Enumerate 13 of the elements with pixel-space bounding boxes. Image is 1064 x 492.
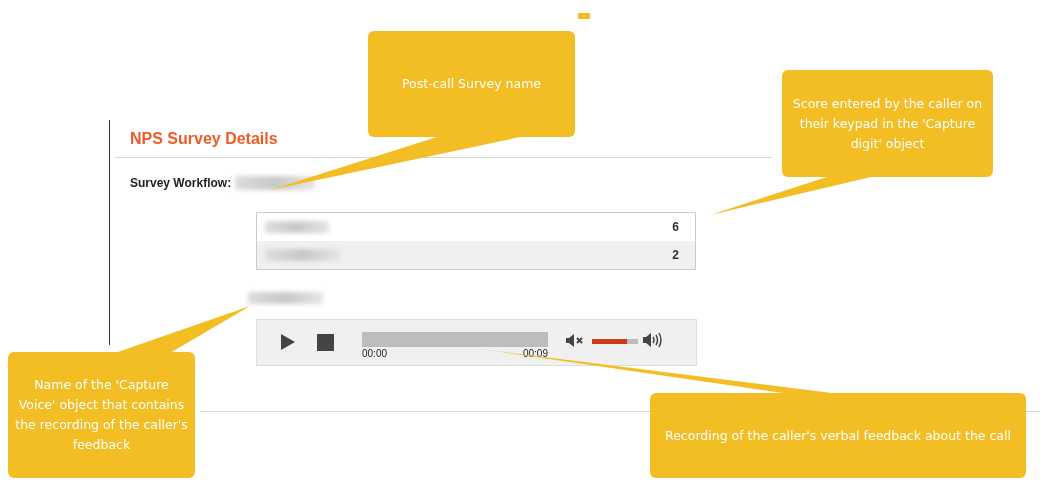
- play-icon[interactable]: [281, 334, 295, 350]
- score-value: 6: [672, 220, 679, 234]
- time-end: 00:09: [522, 347, 548, 360]
- field-label: Survey Workflow:: [130, 176, 232, 190]
- time-start: 00:00: [362, 347, 388, 360]
- speaker-icon[interactable]: [643, 332, 662, 348]
- score-value: 2: [672, 248, 679, 262]
- redacted-text: [265, 221, 329, 233]
- callout: Recording of the caller's verbal feedback about the call: [650, 393, 1026, 478]
- mute-icon[interactable]: [566, 333, 584, 348]
- volume-slider[interactable]: [592, 339, 638, 344]
- section-title: NPS Survey Details: [130, 129, 278, 149]
- callout: Post-call Survey name: [368, 31, 575, 137]
